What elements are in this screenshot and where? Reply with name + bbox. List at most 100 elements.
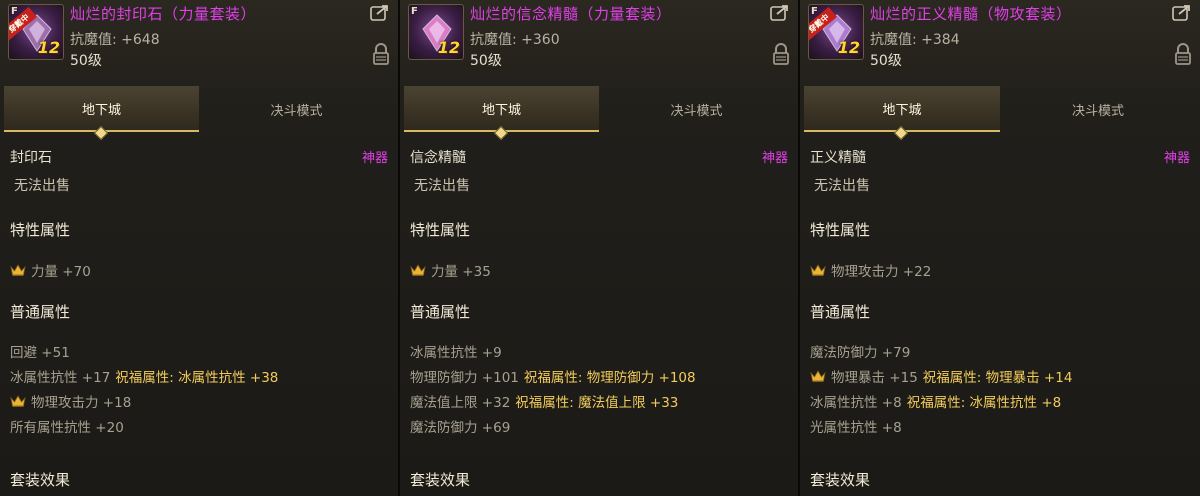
tooltip-header: F 穿戴中 12 灿烂的封印石（力量套装） 抗魔值: +648 50级 — [0, 0, 398, 76]
normal-attributes-title: 普通属性 — [410, 303, 471, 321]
item-level: 50级 — [470, 53, 502, 69]
attribute-text: 魔法值上限 +32 — [410, 395, 511, 411]
attribute-text: 物理防御力 +101 — [410, 370, 519, 386]
tooltip-header: F 12 灿烂的信念精髓（力量套装） 抗魔值: +360 50级 — [400, 0, 798, 76]
item-rarity: 神器 — [1163, 151, 1190, 166]
special-attributes-title: 特性属性 — [810, 221, 871, 239]
tooltip-comparison: F 穿戴中 12 灿烂的封印石（力量套装） 抗魔值: +648 50级 地下城 决斗模式 封印石… — [0, 0, 1200, 496]
special-attributes-list: 力量 +35 — [410, 260, 788, 280]
item-type: 封印石 — [10, 150, 52, 166]
mode-tabs: 地下城 决斗模式 — [4, 86, 394, 141]
mode-tabs: 地下城 决斗模式 — [804, 86, 1196, 141]
attribute-text: 冰属性抗性 +17 — [10, 370, 111, 386]
normal-attribute: 魔法值上限 +32 祝福属性: 魔法值上限 +33 — [410, 391, 788, 411]
item-level: 50级 — [70, 53, 102, 69]
tab-dungeon[interactable]: 地下城 — [804, 86, 1000, 132]
item-type-row: 正义精髓 神器 — [810, 147, 1190, 167]
mode-tabs: 地下城 决斗模式 — [404, 86, 794, 141]
blessing-attribute: 祝福属性: 冰属性抗性 +38 — [115, 370, 279, 386]
crown-icon — [810, 264, 826, 276]
item-rarity: 神器 — [761, 151, 788, 166]
tab-pvp[interactable]: 决斗模式 — [1000, 86, 1196, 132]
normal-attribute: 冰属性抗性 +8 祝福属性: 冰属性抗性 +8 — [810, 391, 1190, 411]
attribute-text: 物理攻击力 +22 — [831, 264, 932, 280]
attribute-text: 光属性抗性 +8 — [810, 420, 902, 436]
special-attribute: 物理攻击力 +22 — [810, 260, 1190, 280]
item-title: 灿烂的信念精髓（力量套装） — [470, 5, 672, 23]
normal-attribute: 所有属性抗性 +20 — [10, 416, 388, 436]
tooltip-body: 封印石 神器无法出售特性属性力量 +70 普通属性回避 +51 冰属性抗性 +17 祝福… — [0, 147, 398, 496]
enhance-level: 12 — [437, 38, 460, 57]
crown-icon — [810, 370, 826, 382]
lock-icon[interactable] — [772, 42, 790, 66]
tooltip-body: 正义精髓 神器无法出售特性属性物理攻击力 +22 普通属性魔法防御力 +79 物理暴击… — [800, 147, 1200, 496]
no-sale-label: 无法出售 — [814, 178, 870, 194]
normal-attribute: 物理暴击 +15 祝福属性: 物理暴击 +14 — [810, 366, 1190, 386]
tab-pvp[interactable]: 决斗模式 — [599, 86, 794, 132]
attribute-text: 魔法防御力 +79 — [810, 345, 911, 361]
blessing-attribute: 祝福属性: 物理暴击 +14 — [922, 370, 1073, 386]
item-title: 灿烂的正义精髓（物攻套装） — [870, 5, 1072, 23]
normal-attributes-title: 普通属性 — [10, 303, 71, 321]
item-type-row: 封印石 神器 — [10, 147, 388, 167]
attribute-text: 魔法防御力 +69 — [410, 420, 511, 436]
special-attribute: 力量 +70 — [10, 260, 388, 280]
item-type: 信念精髓 — [410, 150, 466, 166]
normal-attribute: 光属性抗性 +8 — [810, 416, 1190, 436]
item-type-row: 信念精髓 神器 — [410, 147, 788, 167]
blessing-attribute: 祝福属性: 冰属性抗性 +8 — [906, 395, 1062, 411]
blessing-attribute: 祝福属性: 物理防御力 +108 — [523, 370, 696, 386]
tab-pvp[interactable]: 决斗模式 — [199, 86, 394, 132]
no-sale-label: 无法出售 — [414, 178, 470, 194]
special-attributes-list: 物理攻击力 +22 — [810, 260, 1190, 280]
crown-icon — [10, 264, 26, 276]
attribute-text: 力量 +70 — [31, 264, 91, 280]
set-effect-title: 套装效果 — [10, 471, 71, 489]
attribute-text: 力量 +35 — [431, 264, 491, 280]
normal-attributes-title: 普通属性 — [810, 303, 871, 321]
tooltip-body: 信念精髓 神器 无法出售 特性属性 力量 +35 普通属性 冰属性抗性 +9 物理防御力 +1… — [400, 147, 798, 496]
no-sale-label: 无法出售 — [14, 178, 70, 194]
normal-attribute: 物理攻击力 +18 — [10, 391, 388, 411]
grade-label: F — [411, 6, 418, 17]
item-tooltip-panel: F 穿戴中 12 灿烂的封印石（力量套装） 抗魔值: +648 50级地下城 决斗模式封印石… — [0, 0, 400, 496]
normal-attribute: 魔法防御力 +79 — [810, 341, 1190, 361]
share-icon[interactable] — [770, 4, 790, 22]
normal-attribute: 魔法防御力 +69 — [410, 416, 788, 436]
lock-icon[interactable] — [372, 42, 390, 66]
special-attributes-title: 特性属性 — [10, 221, 71, 239]
item-rarity: 神器 — [361, 151, 388, 166]
anti-magic-value: 抗魔值: +648 — [70, 32, 160, 48]
lock-icon[interactable] — [1174, 42, 1192, 66]
share-icon[interactable] — [370, 4, 390, 22]
attribute-text: 物理攻击力 +18 — [31, 395, 132, 411]
item-type: 正义精髓 — [810, 150, 866, 166]
star-essence-icon[interactable]: F 12 — [408, 4, 464, 60]
set-effect-title: 套装效果 — [810, 471, 871, 489]
share-icon[interactable] — [1172, 4, 1192, 22]
crown-icon — [410, 264, 426, 276]
blessing-attribute: 祝福属性: 魔法值上限 +33 — [515, 395, 679, 411]
item-level: 50级 — [870, 53, 902, 69]
anti-magic-value: 抗魔值: +360 — [470, 32, 560, 48]
attribute-text: 冰属性抗性 +9 — [410, 345, 502, 361]
attribute-text: 回避 +51 — [10, 345, 70, 361]
crystal-essence-icon[interactable]: F 穿戴中 12 — [808, 4, 864, 60]
anti-magic-value: 抗魔值: +384 — [870, 32, 960, 48]
item-tooltip-panel: F 穿戴中 12 灿烂的正义精髓（物攻套装） 抗魔值: +384 50级地下城 决斗模式正义… — [800, 0, 1200, 496]
normal-attributes-list: 冰属性抗性 +9 物理防御力 +101 祝福属性: 物理防御力 +108 魔法值上限 … — [410, 341, 788, 436]
normal-attribute: 物理防御力 +101 祝福属性: 物理防御力 +108 — [410, 366, 788, 386]
crown-icon — [10, 395, 26, 407]
tab-dungeon[interactable]: 地下城 — [4, 86, 199, 132]
tab-dungeon[interactable]: 地下城 — [404, 86, 599, 132]
attribute-text: 冰属性抗性 +8 — [810, 395, 902, 411]
tooltip-header: F 穿戴中 12 灿烂的正义精髓（物攻套装） 抗魔值: +384 50级 — [800, 0, 1200, 76]
seal-stone-icon[interactable]: F 穿戴中 12 — [8, 4, 64, 60]
special-attribute: 力量 +35 — [410, 260, 788, 280]
normal-attributes-list: 回避 +51 冰属性抗性 +17 祝福属性: 冰属性抗性 +38 物理攻击力 +18 所… — [10, 341, 388, 436]
item-title: 灿烂的封印石（力量套装） — [70, 5, 257, 23]
set-effect-title: 套装效果 — [410, 471, 471, 489]
normal-attribute: 冰属性抗性 +9 — [410, 341, 788, 361]
special-attributes-list: 力量 +70 — [10, 260, 388, 280]
attribute-text: 物理暴击 +15 — [831, 370, 918, 386]
